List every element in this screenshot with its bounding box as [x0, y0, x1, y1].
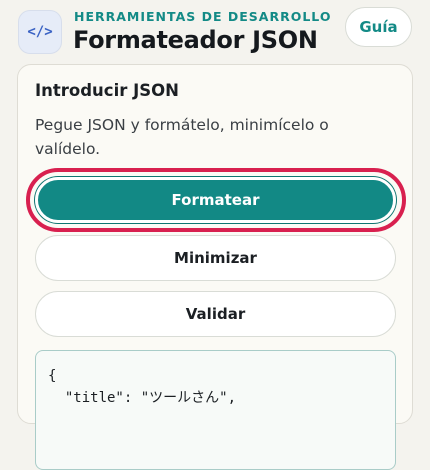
card-description: Pegue JSON y formátelo, minimícelo o val…	[35, 116, 329, 158]
guide-button[interactable]: Guía	[345, 7, 412, 47]
json-input-textarea[interactable]: { "title": "ツールさん",	[35, 350, 396, 470]
section-kicker: HERRAMIENTAS DE DESARROLLO	[74, 9, 332, 24]
minify-button[interactable]: Minimizar	[35, 235, 396, 281]
format-button[interactable]: Formatear	[35, 177, 396, 223]
json-input-card: Introducir JSON Pegue JSON y formátelo, …	[17, 64, 413, 470]
card-title: Introducir JSON	[35, 81, 179, 100]
code-icon: </>	[18, 10, 62, 54]
page-title: Formateador JSON	[73, 26, 318, 54]
app-header: </> HERRAMIENTAS DE DESARROLLO Formatead…	[0, 0, 430, 60]
validate-button[interactable]: Validar	[35, 291, 396, 337]
